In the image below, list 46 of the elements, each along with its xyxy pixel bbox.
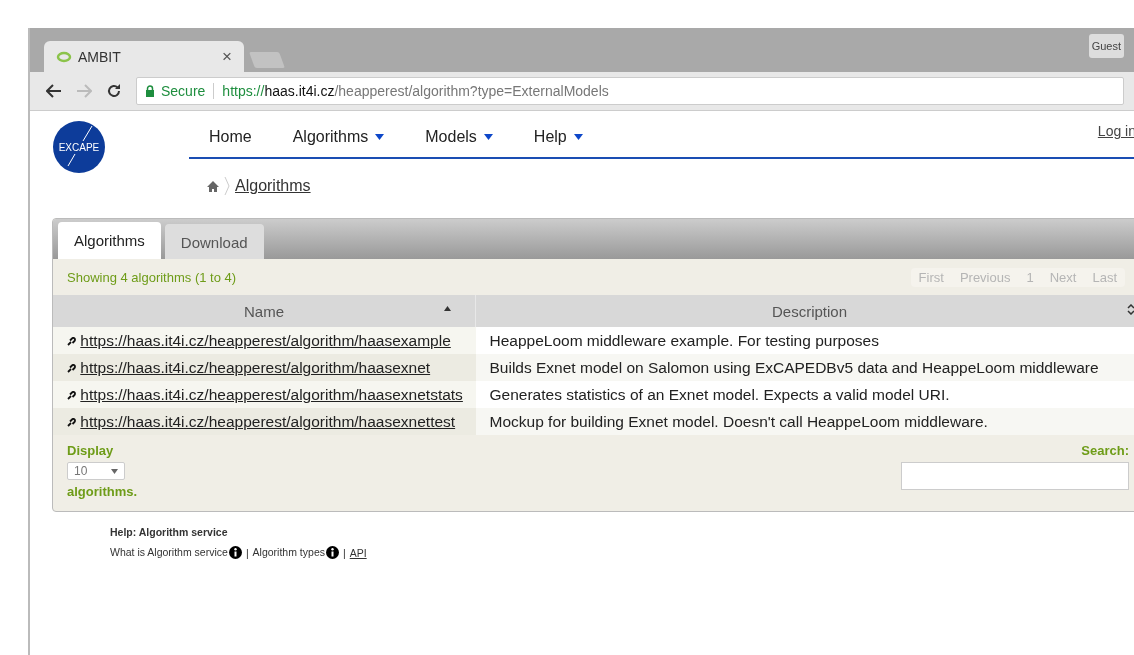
close-tab-button[interactable]: ×: [222, 46, 232, 67]
page-size-select[interactable]: 10: [67, 462, 125, 480]
length-label: algorithms.: [67, 484, 138, 499]
separator-text: |: [245, 546, 249, 559]
nav-menu-item[interactable]: Help: [533, 128, 583, 146]
address-bar[interactable]: Secure https://haas.it4i.cz/heapperest/algorithm?type=ExternalModels: [136, 77, 1124, 105]
api-link[interactable]: API: [349, 546, 367, 559]
logo[interactable]: EXCAPE: [52, 120, 106, 174]
info-icon[interactable]: [326, 546, 339, 559]
reload-icon[interactable]: [106, 83, 122, 99]
search-field[interactable]: [901, 462, 1129, 490]
tab-title: AMBIT: [78, 48, 122, 65]
length-label: Display: [67, 443, 114, 458]
link-icon: [67, 391, 76, 400]
url-text: https://haas.it4i.cz/heapperest/algorithm?type=ExternalModels: [222, 83, 609, 99]
help-title: Help: Algorithm service: [110, 526, 229, 538]
lock-icon: [145, 85, 155, 97]
column-header[interactable]: Description: [475, 295, 1134, 327]
separator-text: |: [343, 546, 346, 559]
link-icon: [67, 364, 76, 373]
profile-button[interactable]: Guest: [1088, 34, 1124, 58]
search-label: Search:: [1081, 443, 1129, 458]
caret-icon: [111, 468, 118, 474]
tab[interactable]: Download: [164, 224, 264, 259]
table-cell: HeappeLoom middleware example. For testing purposes: [489, 332, 879, 349]
table-cell: Mockup for building Exnet model. Doesn't call HeappeLoom middleware.: [489, 413, 988, 430]
table-cell: Generates statistics of an Exnet model. Expects a valid model URI.: [489, 386, 950, 403]
nav-menu-item[interactable]: Models: [425, 128, 493, 146]
link-icon: [67, 418, 76, 427]
link-icon: [67, 337, 76, 346]
back-icon[interactable]: [46, 84, 62, 98]
column-header[interactable]: Name: [53, 295, 476, 327]
nav-menu-item[interactable]: Home: [209, 128, 252, 146]
breadcrumb-link[interactable]: Algorithms: [235, 177, 311, 195]
secure-label: Secure: [161, 83, 206, 99]
help-text: Algorithm types: [252, 546, 325, 558]
help-text: What is Algorithm service: [110, 546, 228, 558]
table-info: Showing 4 algorithms (1 to 4): [67, 269, 238, 285]
chevron-icon: [224, 176, 230, 196]
nav-menu-item[interactable]: Algorithms: [292, 128, 385, 146]
info-icon[interactable]: [228, 546, 242, 559]
browser-tab[interactable]: AMBIT ×: [44, 41, 244, 72]
table-cell: Builds Exnet model on Salomon using ExCAPEDBv5 data and HeappeLoom middleware: [489, 359, 1099, 376]
home-icon[interactable]: [207, 180, 219, 192]
ring-icon: [56, 50, 72, 63]
tab[interactable]: Algorithms: [58, 222, 161, 259]
